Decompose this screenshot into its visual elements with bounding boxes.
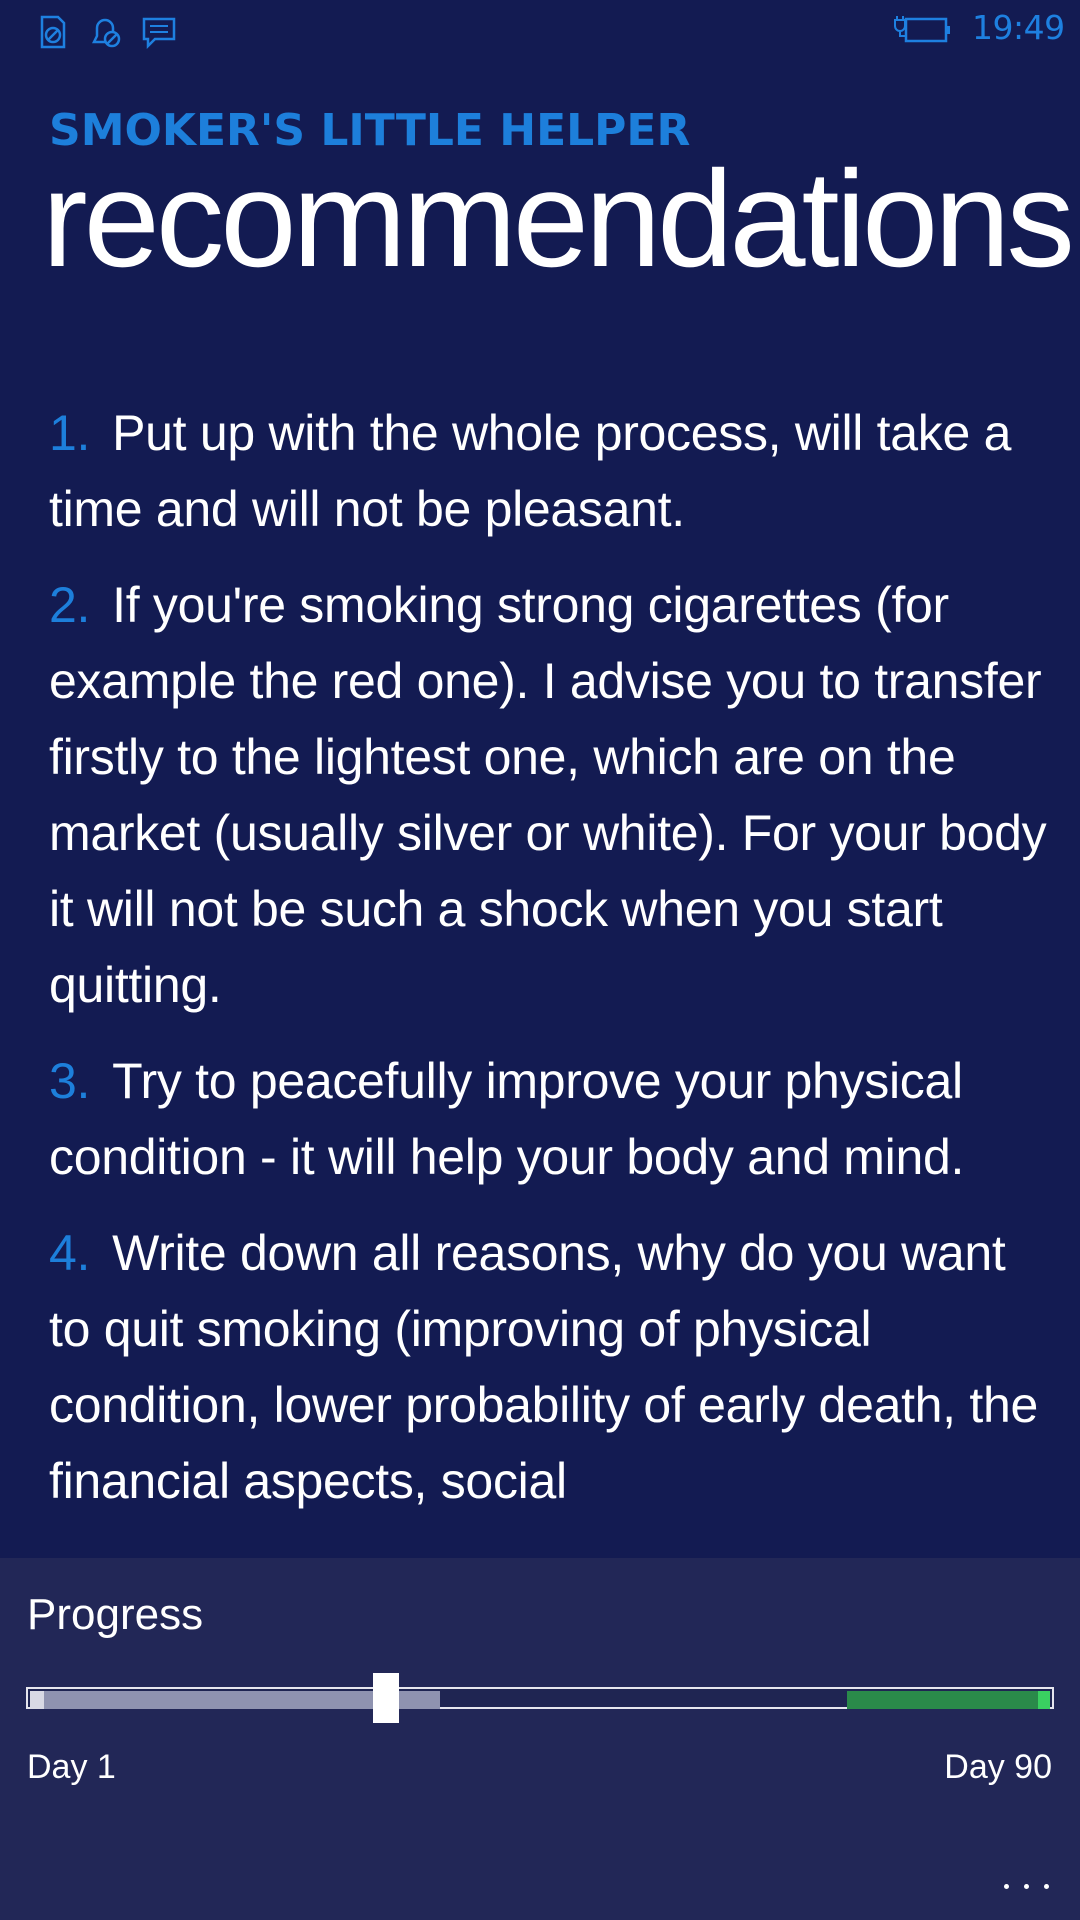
- slider-thumb[interactable]: [372, 1673, 399, 1723]
- progress-label: Progress: [27, 1590, 204, 1639]
- ellipsis-icon: [1044, 1884, 1049, 1889]
- sim-icon: [36, 14, 72, 50]
- slider-track[interactable]: [26, 1687, 1054, 1709]
- message-icon: [141, 14, 177, 50]
- item-text: Try to peacefully improve your physical …: [49, 1053, 965, 1185]
- slider-start-marker: [30, 1691, 44, 1709]
- ellipsis-icon: [1004, 1884, 1009, 1889]
- screen: 19:49 SMOKER'S LITTLE HELPER recommendat…: [0, 0, 1080, 1920]
- list-item: 3. Try to peacefully improve your physica…: [49, 1043, 1060, 1195]
- recommendations-list[interactable]: 1. Put up with the whole process, will ta…: [0, 395, 1080, 1558]
- item-number: 2.: [49, 577, 91, 633]
- no-ringer-icon: [88, 14, 124, 50]
- ellipsis-icon: [1024, 1884, 1029, 1889]
- clock: 19:49: [972, 8, 1065, 47]
- page-title: recommendations: [42, 143, 1075, 296]
- battery-charging-icon: [893, 12, 953, 48]
- slider-end-marker: [1038, 1691, 1050, 1709]
- status-bar: 19:49: [0, 0, 1080, 60]
- day-end-label: Day 90: [944, 1748, 1052, 1786]
- item-text: Put up with the whole process, will take…: [49, 405, 1012, 537]
- item-number: 3.: [49, 1053, 91, 1109]
- list-item: 2. If you're smoking strong cigarettes (f…: [49, 567, 1060, 1023]
- list-item: 1. Put up with the whole process, will ta…: [49, 395, 1060, 547]
- item-text: Write down all reasons, why do you want …: [49, 1225, 1038, 1509]
- progress-slider[interactable]: [26, 1673, 1054, 1723]
- app-bar: Progress Day 1 Day 90: [0, 1558, 1080, 1920]
- item-number: 4.: [49, 1225, 91, 1281]
- day-start-label: Day 1: [27, 1748, 116, 1786]
- slider-goal-range: [847, 1691, 1050, 1709]
- item-text: If you're smoking strong cigarettes (for…: [49, 577, 1047, 1013]
- item-number: 1.: [49, 405, 91, 461]
- list-item: 4. Write down all reasons, why do you wan…: [49, 1215, 1060, 1519]
- more-button[interactable]: [1002, 1870, 1052, 1900]
